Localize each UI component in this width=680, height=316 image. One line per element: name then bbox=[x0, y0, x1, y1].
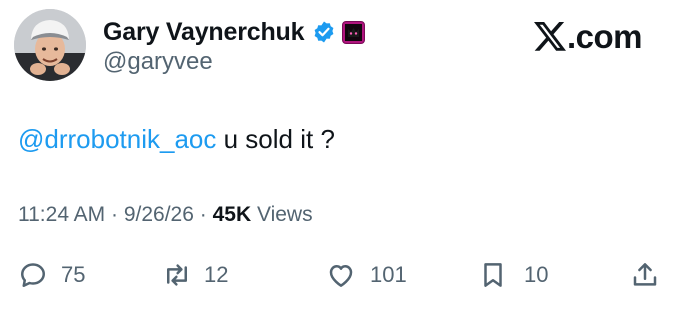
reply-count: 75 bbox=[61, 262, 86, 287]
reply-icon bbox=[21, 263, 45, 287]
affiliate-badge-icon[interactable] bbox=[342, 20, 366, 44]
verified-badge-icon[interactable] bbox=[312, 20, 336, 44]
brand-logo-text: .com bbox=[567, 18, 643, 55]
share-button[interactable] bbox=[630, 257, 660, 293]
tweet-meta: 11:24 AM · 9/26/26 · 45K Views bbox=[18, 203, 313, 227]
views-label: Views bbox=[251, 203, 313, 226]
author-name-row: Gary Vaynerchuk bbox=[103, 16, 366, 48]
share-icon bbox=[633, 263, 657, 286]
action-bar: 75 12 101 10 bbox=[0, 257, 680, 293]
like-count: 101 bbox=[370, 262, 407, 287]
tweet-date[interactable]: 9/26/26 bbox=[124, 203, 194, 226]
brand-logo: .com bbox=[534, 18, 643, 55]
repost-button[interactable]: 12 bbox=[160, 257, 228, 293]
bookmark-count: 10 bbox=[524, 262, 549, 287]
heart-icon bbox=[329, 265, 353, 287]
bookmark-icon bbox=[484, 263, 502, 287]
avatar[interactable] bbox=[14, 9, 86, 81]
tweet-body: u sold it ? bbox=[216, 124, 335, 154]
repost-count: 12 bbox=[204, 262, 229, 287]
repost-icon bbox=[167, 264, 187, 286]
tweet-text: @drrobotnik_aoc u sold it ? bbox=[18, 123, 335, 155]
author-display-name[interactable]: Gary Vaynerchuk bbox=[103, 18, 304, 47]
like-button[interactable]: 101 bbox=[324, 257, 407, 293]
reply-button[interactable]: 75 bbox=[18, 257, 85, 293]
views-count: 45K bbox=[212, 203, 252, 226]
bookmark-button[interactable]: 10 bbox=[478, 257, 548, 293]
mention-link[interactable]: @drrobotnik_aoc bbox=[18, 124, 216, 154]
tweet-time[interactable]: 11:24 AM bbox=[18, 203, 105, 226]
meta-separator: · bbox=[193, 203, 213, 226]
meta-separator: · bbox=[105, 203, 124, 226]
x-logo-icon bbox=[534, 22, 566, 51]
author-handle[interactable]: @garyvee bbox=[103, 48, 213, 76]
